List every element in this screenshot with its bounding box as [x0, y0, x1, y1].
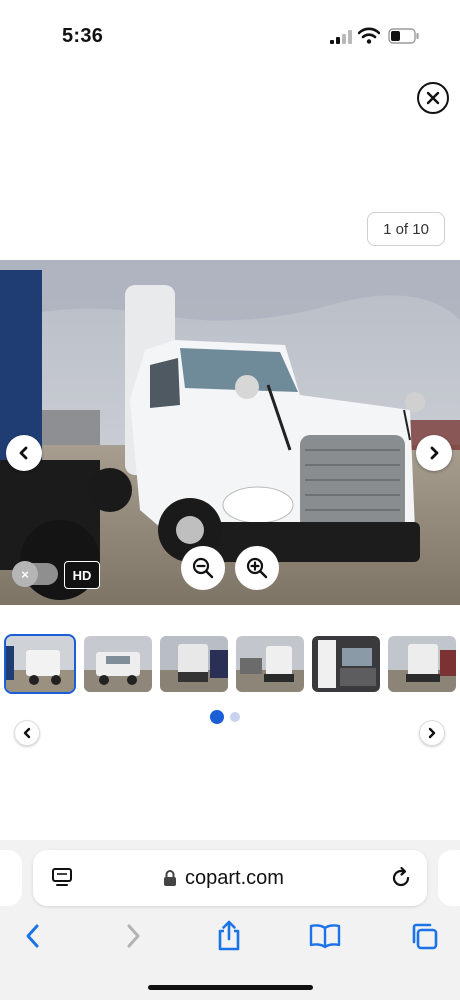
url-text: copart.com — [185, 866, 284, 889]
share-button[interactable] — [213, 920, 245, 952]
status-time: 5:36 — [62, 25, 104, 47]
thumbnail-6[interactable] — [388, 636, 456, 692]
thumbnail-3[interactable] — [160, 636, 228, 692]
thumbnail-image — [160, 636, 228, 692]
forward-button[interactable] — [117, 920, 149, 952]
zoom-out-button[interactable] — [181, 546, 225, 590]
tabs-button[interactable] — [408, 920, 440, 952]
status-bar: 5:36 — [0, 0, 460, 60]
page-dot[interactable] — [230, 712, 240, 722]
chevron-right-icon — [428, 727, 436, 739]
bookmarks-button[interactable] — [309, 920, 341, 952]
chevron-right-icon — [430, 446, 439, 460]
hd-toggle-knob: × — [12, 561, 38, 587]
home-indicator — [148, 985, 313, 990]
hd-toggle[interactable]: × — [12, 561, 58, 587]
reload-icon[interactable] — [389, 866, 413, 890]
reader-mode-icon[interactable] — [51, 867, 73, 889]
hd-label[interactable]: HD — [64, 561, 100, 589]
adjacent-tab-left[interactable] — [0, 850, 22, 906]
thumbnail-2[interactable] — [84, 636, 152, 692]
zoom-in-icon — [246, 557, 268, 579]
thumbnail-image — [236, 636, 304, 692]
wifi-icon — [358, 27, 380, 44]
thumbnail-5[interactable] — [312, 636, 380, 692]
thumbnail-image — [6, 636, 74, 692]
image-counter: 1 of 10 — [367, 212, 445, 246]
bookmarks-icon — [309, 924, 341, 949]
back-icon — [26, 924, 39, 948]
tabs-icon — [412, 923, 438, 950]
adjacent-tab-right[interactable] — [438, 850, 460, 906]
truck-photo — [0, 260, 460, 605]
thumbnail-image — [84, 636, 152, 692]
thumbnail-1[interactable] — [4, 634, 76, 694]
thumbnails-prev-button[interactable] — [14, 720, 40, 746]
photo-viewer[interactable] — [0, 260, 460, 605]
back-button[interactable] — [17, 920, 49, 952]
close-icon — [426, 91, 440, 105]
page-dot-active[interactable] — [210, 710, 224, 724]
battery-icon — [388, 28, 419, 44]
next-photo-button[interactable] — [416, 435, 452, 471]
previous-photo-button[interactable] — [6, 435, 42, 471]
address-bar[interactable]: copart.com — [33, 850, 427, 906]
forward-icon — [127, 924, 140, 948]
zoom-out-icon — [192, 557, 214, 579]
thumbnail-image — [312, 636, 380, 692]
cellular-signal-icon — [330, 30, 352, 44]
thumbnail-4[interactable] — [236, 636, 304, 692]
close-button[interactable] — [417, 82, 449, 114]
thumbnails-next-button[interactable] — [419, 720, 445, 746]
zoom-in-button[interactable] — [235, 546, 279, 590]
thumbnail-image — [388, 636, 456, 692]
url-display: copart.com — [163, 866, 284, 890]
chevron-left-icon — [23, 727, 31, 739]
chevron-left-icon — [19, 446, 28, 460]
thumbnail-strip — [0, 634, 460, 694]
lock-icon — [164, 870, 176, 886]
share-icon — [218, 920, 240, 951]
